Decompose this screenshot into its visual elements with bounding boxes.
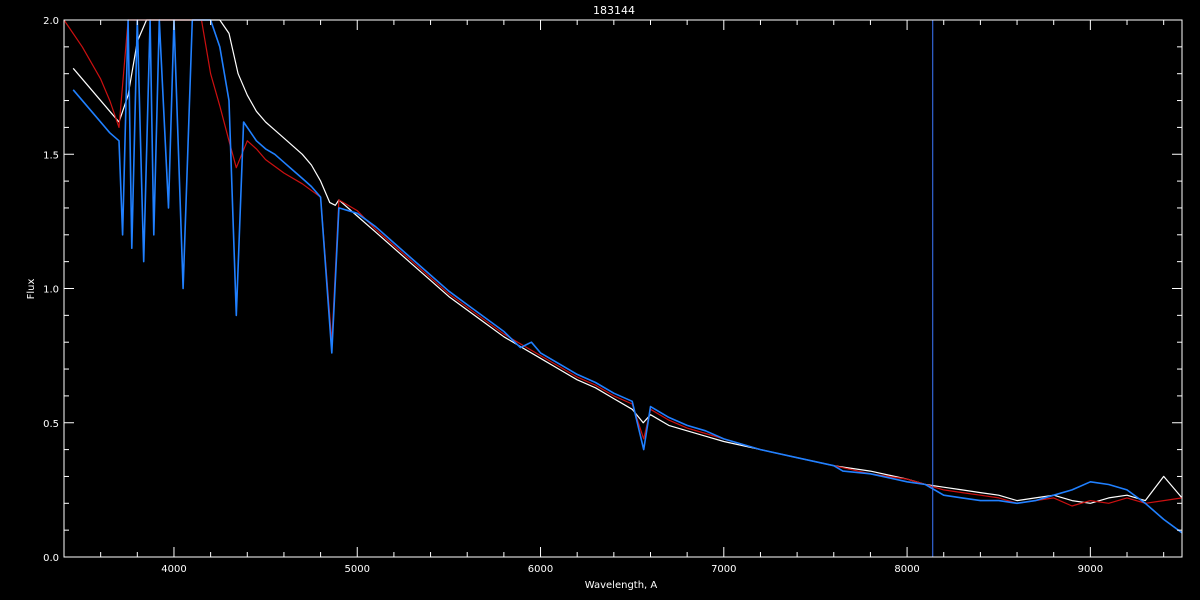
y-axis-ticks: 0.0 0.5 1.0 1.5 2.0 bbox=[43, 16, 1182, 564]
plot-series-group bbox=[63, 19, 1183, 534]
plot-frame bbox=[63, 19, 1183, 558]
y-tick-label: 0.5 bbox=[43, 419, 59, 430]
y-axis-title: Flux bbox=[26, 279, 37, 300]
y-tick-label: 0.0 bbox=[43, 553, 59, 564]
x-axis-title: Wavelength, A bbox=[585, 580, 658, 591]
y-tick-label: 1.0 bbox=[43, 285, 59, 296]
series-line-2 bbox=[63, 19, 1183, 507]
x-tick-label: 9000 bbox=[1078, 564, 1103, 575]
y-tick-label: 1.5 bbox=[43, 150, 59, 161]
y-tick-label: 2.0 bbox=[43, 16, 59, 27]
x-tick-label: 8000 bbox=[894, 564, 919, 575]
x-tick-label: 6000 bbox=[528, 564, 553, 575]
series-line-3 bbox=[72, 19, 1183, 534]
x-tick-label: 4000 bbox=[161, 564, 186, 575]
x-tick-label: 5000 bbox=[345, 564, 370, 575]
spectrum-chart: 183144 4000 5000 6000 7000 8000 9000 0.0 0.5 1.… bbox=[0, 0, 1200, 600]
x-tick-label: 7000 bbox=[711, 564, 736, 575]
chart-title: 183144 bbox=[593, 4, 635, 17]
series-line-1 bbox=[72, 19, 1183, 504]
